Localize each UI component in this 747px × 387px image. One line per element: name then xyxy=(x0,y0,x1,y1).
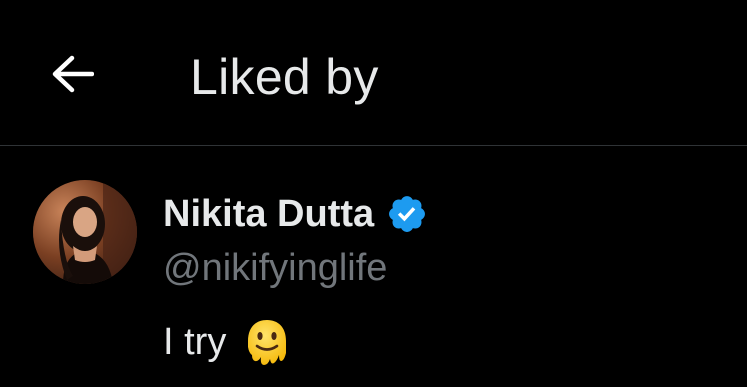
page-title: Liked by xyxy=(190,49,379,105)
display-name[interactable]: Nikita Dutta xyxy=(163,189,374,239)
name-line: Nikita Dutta xyxy=(163,189,428,239)
top-header: Liked by xyxy=(0,0,747,146)
melting-face-emoji-icon xyxy=(248,320,287,365)
bio-line: I try xyxy=(163,315,290,369)
verified-badge-icon xyxy=(389,196,426,232)
back-button[interactable] xyxy=(46,50,98,98)
avatar[interactable] xyxy=(33,180,137,284)
avatar-image xyxy=(33,180,137,284)
arrow-left-icon xyxy=(52,55,94,93)
user-handle: @nikifyinglife xyxy=(163,247,388,289)
user-bio: I try xyxy=(163,321,227,363)
user-list-item[interactable]: Nikita Dutta @nikifyinglife I try xyxy=(0,147,747,387)
